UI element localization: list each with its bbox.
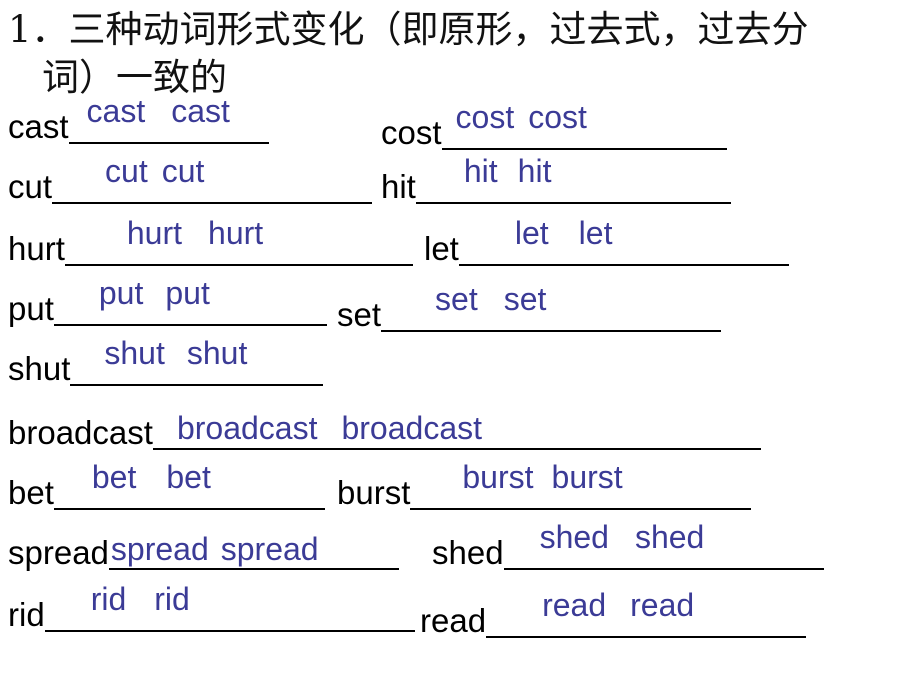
verb-blank[interactable]: broadcast broadcast xyxy=(152,410,761,450)
verb-prompt: cost xyxy=(381,114,442,151)
verb-blank[interactable]: rid rid xyxy=(44,583,415,632)
verb-cell-bet: bet bet bet xyxy=(8,461,325,511)
slide-canvas: 1．三种动词形式变化（即原形，过去式，过去分 词）一致的 cast cast ca… xyxy=(0,0,920,690)
verb-answer: shed shed xyxy=(539,519,705,555)
verb-prompt: hit xyxy=(381,168,416,205)
verb-answer: spread spread xyxy=(110,531,319,567)
verb-answer: hurt hurt xyxy=(126,215,264,251)
verb-answer: cast cast xyxy=(86,93,230,129)
table-row: shut shut shut xyxy=(0,336,920,394)
verb-prompt: rid xyxy=(8,596,45,633)
verb-prompt: cast xyxy=(8,108,69,145)
verb-prompt: bet xyxy=(8,474,54,511)
verb-prompt: burst xyxy=(337,474,411,511)
verb-prompt: cut xyxy=(8,168,53,205)
verb-answer: rid rid xyxy=(90,581,190,617)
verb-blank[interactable]: cost cost xyxy=(441,101,727,150)
verb-cell-cut: cut cut cut xyxy=(8,155,373,205)
verb-answer: shut shut xyxy=(104,335,248,371)
verb-blank[interactable]: bet bet xyxy=(53,461,325,510)
verb-blank[interactable]: read read xyxy=(486,589,807,638)
verb-cell-put: put put put xyxy=(8,277,327,327)
verb-prompt: let xyxy=(424,230,459,267)
verb-cell-shed: shed shed shed xyxy=(432,521,824,571)
verb-cell-hit: hit hit hit xyxy=(381,155,731,205)
verb-exercise-list: cast cast cast cost cost cost cut cut cut xyxy=(0,95,920,638)
verb-blank[interactable]: put put xyxy=(53,277,327,326)
verb-cell-set: set set set xyxy=(337,283,722,333)
verb-blank[interactable]: shed shed xyxy=(503,521,824,570)
verb-answer: put put xyxy=(98,275,210,311)
verb-answer: let let xyxy=(514,215,613,251)
verb-blank[interactable]: shut shut xyxy=(70,337,324,386)
verb-prompt: read xyxy=(420,602,487,639)
verb-cell-let: let let let xyxy=(424,217,789,267)
verb-prompt: hurt xyxy=(8,230,65,267)
verb-answer: hit hit xyxy=(463,153,552,189)
verb-answer: read read xyxy=(542,587,695,623)
table-row: bet bet bet burst burst burst xyxy=(0,452,920,510)
verb-blank[interactable]: let let xyxy=(458,217,789,266)
verb-blank[interactable]: burst burst xyxy=(410,461,752,510)
verb-prompt: shut xyxy=(8,350,71,387)
verb-prompt: spread xyxy=(8,534,109,571)
verb-cell-burst: burst burst burst xyxy=(337,461,752,511)
slide-title: 1．三种动词形式变化（即原形，过去式，过去分 词）一致的 xyxy=(8,6,912,102)
table-row: rid rid rid read read read xyxy=(0,568,920,638)
verb-cell-spread: spread spread spread xyxy=(8,531,399,571)
verb-blank[interactable]: cast cast xyxy=(68,95,269,144)
verb-cell-broadcast: broadcast broadcast broadcast xyxy=(8,410,761,451)
verb-prompt: put xyxy=(8,290,54,327)
verb-answer: cut cut xyxy=(105,153,205,189)
table-row: hurt hurt hurt let let let xyxy=(0,217,920,278)
verb-cell-read: read read read xyxy=(420,589,807,639)
table-row: cut cut cut hit hit hit xyxy=(0,155,920,220)
verb-cell-shut: shut shut shut xyxy=(8,337,324,387)
verb-blank[interactable]: set set xyxy=(381,283,722,332)
title-line-1: 1．三种动词形式变化（即原形，过去式，过去分 xyxy=(8,8,809,51)
verb-cell-rid: rid rid rid xyxy=(8,583,415,633)
verb-answer: cost cost xyxy=(455,99,587,135)
verb-blank[interactable]: hurt hurt xyxy=(64,217,413,266)
verb-blank[interactable]: cut cut xyxy=(52,155,373,204)
verb-cell-cost: cost cost cost xyxy=(381,101,727,151)
verb-answer: set set xyxy=(435,281,547,317)
verb-cell-cast: cast cast cast xyxy=(8,95,269,145)
verb-blank[interactable]: spread spread xyxy=(108,531,399,570)
table-row: put put put set set set xyxy=(0,277,920,336)
verb-answer: broadcast broadcast xyxy=(176,410,482,446)
table-row: spread spread spread shed shed shed xyxy=(0,510,920,571)
verb-cell-hurt: hurt hurt hurt xyxy=(8,217,413,267)
verb-answer: burst burst xyxy=(462,459,623,495)
verb-blank[interactable]: hit hit xyxy=(415,155,731,204)
verb-prompt: shed xyxy=(432,534,504,571)
verb-answer: bet bet xyxy=(91,459,211,495)
verb-prompt: set xyxy=(337,296,382,333)
verb-prompt: broadcast xyxy=(8,414,153,451)
table-row: broadcast broadcast broadcast xyxy=(0,394,920,452)
